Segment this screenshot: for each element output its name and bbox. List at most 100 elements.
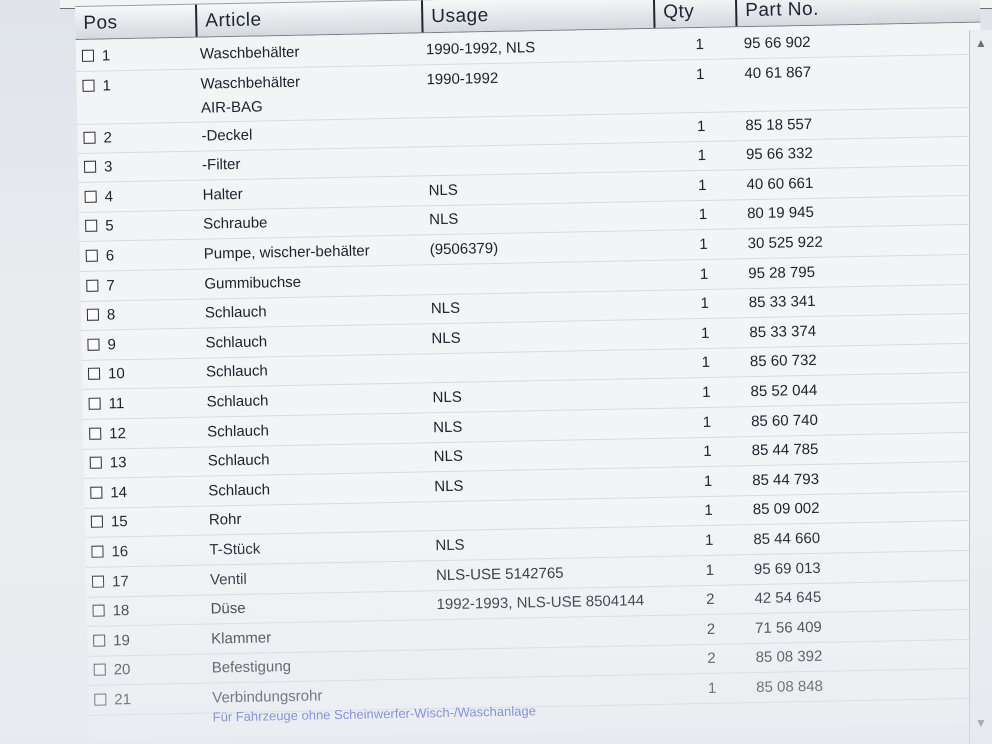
header-usage-label: Usage	[431, 5, 489, 28]
row-qty: 2	[707, 650, 716, 668]
row-pos: 20	[113, 661, 131, 679]
row-article: Verbindungsrohr	[212, 687, 323, 707]
row-part-no: 95 66 332	[745, 145, 813, 164]
checkbox-icon[interactable]	[87, 367, 101, 381]
row-part-no: 30 525 922	[747, 233, 823, 253]
parts-grid: Pos Article Usage Qty Part No. 1 Waschbeh…	[75, 0, 992, 744]
row-article: Gummibuchse	[204, 273, 302, 293]
row-qty: 1	[701, 354, 711, 372]
row-pos: 14	[110, 483, 128, 502]
checkbox-icon[interactable]	[86, 308, 100, 322]
checkbox-icon[interactable]	[88, 397, 101, 410]
header-article[interactable]: Article	[196, 0, 424, 37]
checkbox-icon[interactable]	[90, 486, 103, 499]
row-pos: 9	[107, 336, 117, 354]
row-article: Halter	[202, 185, 243, 204]
row-article: Schlauch	[207, 451, 270, 470]
row-pos: 19	[113, 631, 131, 650]
header-pos[interactable]: Pos	[75, 4, 198, 39]
row-part-no: 85 33 341	[748, 293, 816, 312]
checkbox-icon[interactable]	[84, 190, 97, 203]
row-part-no: 95 69 013	[753, 559, 821, 578]
row-part-no: 85 44 793	[752, 470, 820, 489]
checkbox-icon[interactable]	[94, 693, 107, 706]
row-qty: 1	[703, 472, 713, 490]
row-article: Düse	[210, 600, 246, 618]
row-pos: 1	[101, 47, 111, 65]
checkbox-icon[interactable]	[83, 131, 96, 144]
checkbox-icon[interactable]	[82, 79, 95, 92]
row-article: Ventil	[209, 570, 247, 589]
chevron-up-icon[interactable]: ▲	[975, 36, 987, 50]
row-usage: NLS	[433, 447, 464, 466]
grid-body: 1 Waschbehälter 1990-1992, NLS 1 95 66 902 1 W…	[75, 22, 992, 740]
checkbox-icon[interactable]	[91, 575, 105, 588]
row-pos: 12	[109, 424, 127, 443]
row-article: T-Stück	[209, 540, 261, 559]
checkbox-icon[interactable]	[90, 515, 104, 529]
vertical-scrollbar[interactable]: ▲ ▼	[969, 30, 992, 744]
row-article-note: AIR-BAG	[200, 98, 263, 117]
checkbox-icon[interactable]	[83, 160, 97, 174]
checkbox-icon[interactable]	[89, 427, 102, 440]
checkbox-icon[interactable]	[92, 604, 105, 617]
row-pos: 3	[103, 158, 113, 176]
row-qty: 1	[696, 117, 706, 135]
row-qty: 1	[700, 324, 710, 342]
row-qty: 1	[700, 295, 709, 313]
checkbox-icon[interactable]	[85, 220, 98, 233]
row-qty: 1	[707, 679, 717, 697]
row-qty: 1	[697, 147, 707, 165]
row-article: Pumpe, wischer-behälter	[203, 242, 370, 263]
checkbox-icon[interactable]	[81, 49, 95, 62]
chevron-down-icon[interactable]: ▼	[975, 716, 987, 730]
header-pos-label: Pos	[83, 12, 118, 34]
row-part-no: 42 54 645	[754, 588, 822, 608]
row-pos: 16	[111, 543, 129, 561]
checkbox-icon[interactable]	[85, 249, 98, 262]
row-article: -Filter	[201, 156, 241, 174]
row-part-no: 85 08 848	[756, 677, 824, 697]
header-article-label: Article	[205, 9, 262, 32]
row-part-no: 85 44 785	[751, 440, 819, 460]
row-part-no: 85 60 732	[749, 352, 817, 371]
header-usage[interactable]: Usage	[422, 0, 656, 33]
row-pos: 4	[104, 188, 114, 206]
row-usage: NLS	[432, 388, 462, 407]
row-article: Waschbehälter	[199, 43, 300, 63]
checkbox-icon[interactable]	[89, 456, 102, 469]
row-pos: 13	[109, 454, 127, 472]
row-usage: (9506379)	[429, 239, 499, 259]
row-article: Waschbehälter	[200, 73, 301, 93]
row-qty: 1	[704, 502, 713, 520]
row-usage: 1992-1993, NLS-USE 8504144	[436, 592, 645, 614]
row-pos: 17	[111, 572, 129, 590]
row-pos: 10	[107, 365, 125, 383]
row-part-no: 85 60 740	[750, 411, 818, 430]
row-article: Schlauch	[204, 303, 267, 322]
row-article: Befestigung	[211, 658, 292, 677]
checkbox-icon[interactable]	[86, 279, 99, 292]
row-part-no: 95 66 902	[743, 33, 811, 53]
row-part-no: 40 61 867	[744, 63, 812, 82]
row-usage: NLS	[434, 477, 464, 495]
checkbox-icon[interactable]	[93, 634, 106, 647]
checkbox-icon[interactable]	[93, 663, 106, 677]
row-part-no: 85 33 374	[749, 322, 817, 341]
row-usage: NLS	[432, 418, 463, 436]
row-part-no: 40 60 661	[746, 174, 814, 193]
row-usage: NLS	[429, 211, 459, 229]
checkbox-icon[interactable]	[91, 545, 104, 558]
row-usage: NLS	[435, 536, 465, 555]
row-article: Schraube	[203, 214, 268, 233]
row-article: Schlauch	[205, 333, 268, 352]
row-usage: 1990-1992, NLS	[425, 39, 536, 59]
checkbox-icon[interactable]	[87, 338, 100, 351]
row-qty: 1	[699, 235, 708, 254]
row-part-no: 85 44 660	[753, 529, 821, 549]
row-part-no: 85 52 044	[750, 381, 818, 401]
header-qty[interactable]: Qty	[654, 0, 738, 28]
row-usage: NLS	[431, 329, 461, 348]
row-qty: 1	[705, 561, 715, 579]
row-pos: 21	[114, 691, 132, 709]
